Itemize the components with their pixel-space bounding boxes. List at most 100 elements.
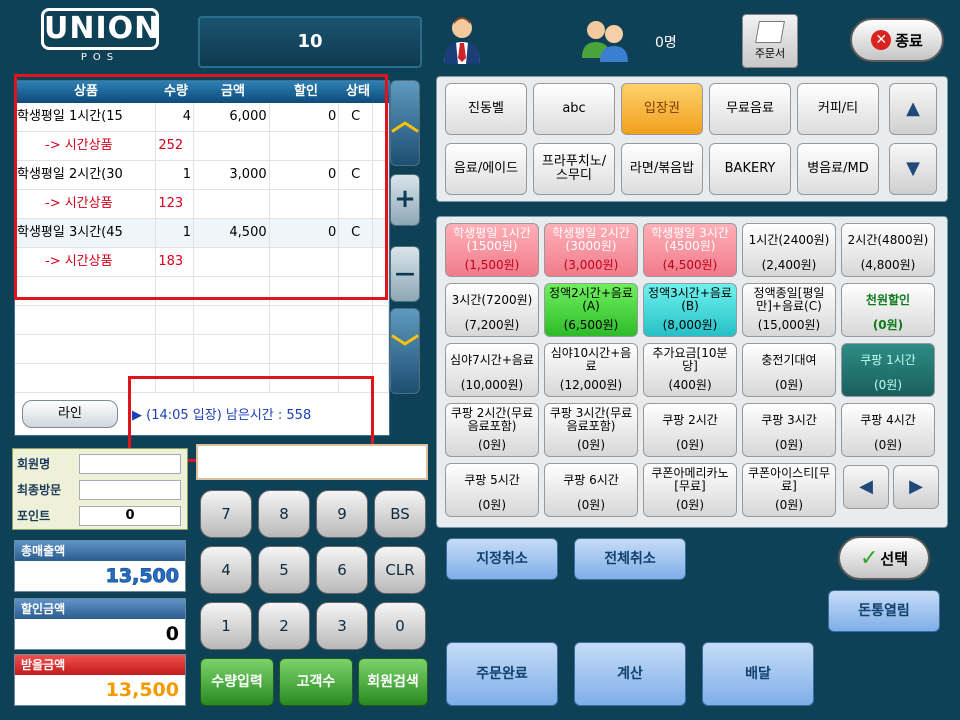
input-display[interactable]	[196, 444, 428, 480]
key-7[interactable]: 7	[200, 490, 252, 538]
product-name: 쿠팡 2시간	[662, 412, 718, 427]
member-name-label: 회원명	[17, 457, 51, 471]
chevron-down-icon: ﹀	[391, 332, 420, 365]
customer-count-button[interactable]: 고객수	[279, 658, 353, 706]
product-button[interactable]: 쿠팡 2시간(무료음료포함) (0원)	[445, 403, 539, 457]
member-search-button[interactable]: 회원검색	[358, 658, 428, 706]
key-backspace[interactable]: BS	[374, 490, 426, 538]
point-label: 포인트	[17, 509, 51, 523]
key-1[interactable]: 1	[200, 602, 252, 650]
category-up-button[interactable]: ▲	[889, 83, 937, 135]
receive-amount-box: 받을금액 13,500	[14, 654, 186, 706]
product-button[interactable]: 쿠팡 3시간(무료음료포함) (0원)	[544, 403, 638, 457]
key-5[interactable]: 5	[258, 546, 310, 594]
product-button[interactable]: 학생평일 3시간(4500원) (4,500원)	[643, 223, 737, 277]
order-slip-label: 주문서	[754, 47, 786, 60]
cancel-all-button[interactable]: 전체취소	[574, 538, 686, 580]
product-price: (0원)	[872, 318, 904, 332]
key-3[interactable]: 3	[316, 602, 368, 650]
open-drawer-button[interactable]: 돈통열림	[828, 590, 940, 632]
order-slip-button[interactable]: 주문서	[742, 14, 798, 68]
line-button[interactable]: 라인	[22, 400, 118, 428]
product-button[interactable]: 추가요금[10분당] (400원)	[643, 343, 737, 397]
category-ramen[interactable]: 라면/볶음밥	[621, 143, 703, 195]
printer-icon	[755, 21, 785, 43]
product-button[interactable]: 정액종일[평일만]+음료(C) (15,000원)	[742, 283, 836, 337]
product-button[interactable]: 쿠팡 5시간 (0원)	[445, 463, 539, 517]
product-button[interactable]: 쿠팡 4시간 (0원)	[841, 403, 935, 457]
product-name: 정액2시간+음료(A)	[549, 286, 633, 313]
checkmark-icon: ✓	[859, 545, 879, 571]
category-down-button[interactable]: ▼	[889, 143, 937, 195]
product-button[interactable]: 쿠폰아메리카노[무료] (0원)	[643, 463, 737, 517]
point-field[interactable]: 0	[79, 505, 181, 526]
discount-box: 할인금액 0	[14, 598, 186, 650]
key-8[interactable]: 8	[258, 490, 310, 538]
product-button[interactable]: 쿠폰아이스티[무료] (0원)	[742, 463, 836, 517]
exit-label: 종료	[895, 31, 923, 50]
key-9[interactable]: 9	[316, 490, 368, 538]
product-button[interactable]: 쿠팡 1시간 (0원)	[841, 343, 935, 397]
product-name: 2시간(4800원)	[847, 232, 929, 247]
close-icon: ✕	[871, 30, 892, 50]
last-visit-field[interactable]	[79, 479, 181, 500]
product-name: 학생평일 3시간(4500원)	[651, 226, 729, 253]
product-button[interactable]: 학생평일 1시간(1500원) (1,500원)	[445, 223, 539, 277]
category-vibration-bell[interactable]: 진동벨	[445, 83, 527, 135]
product-button[interactable]: 2시간(4800원) (4,800원)	[841, 223, 935, 277]
product-name: 쿠팡 1시간	[860, 352, 916, 367]
product-name: 쿠팡 6시간	[563, 472, 619, 487]
product-price: (7,200원)	[464, 318, 520, 332]
member-name-field[interactable]	[79, 453, 181, 474]
category-abc[interactable]: abc	[533, 83, 615, 135]
category-bottled[interactable]: 병음료/MD	[797, 143, 879, 195]
key-4[interactable]: 4	[200, 546, 252, 594]
category-frappuccino[interactable]: 프라푸치노/스무디	[533, 143, 615, 195]
category-coffee-tea[interactable]: 커피/티	[797, 83, 879, 135]
receive-amount-label: 받을금액	[15, 655, 185, 675]
category-drinks-ade[interactable]: 음료/에이드	[445, 143, 527, 195]
qty-plus-button[interactable]: +	[390, 174, 420, 226]
product-button[interactable]: 3시간(7200원) (7,200원)	[445, 283, 539, 337]
product-prev-button[interactable]: ◀	[843, 465, 889, 509]
scroll-up-button[interactable]: ︿	[390, 80, 420, 166]
product-name: 쿠팡 2시간(무료음료포함)	[450, 406, 534, 433]
product-button[interactable]: 심야7시간+음료 (10,000원)	[445, 343, 539, 397]
qty-minus-button[interactable]: —	[390, 246, 420, 302]
category-bakery[interactable]: BAKERY	[709, 143, 791, 195]
product-button[interactable]: 정액3시간+음료(B) (8,000원)	[643, 283, 737, 337]
product-button[interactable]: 심야10시간+음료 (12,000원)	[544, 343, 638, 397]
key-2[interactable]: 2	[258, 602, 310, 650]
product-button[interactable]: 충전기대여 (0원)	[742, 343, 836, 397]
key-6[interactable]: 6	[316, 546, 368, 594]
product-button[interactable]: 쿠팡 2시간 (0원)	[643, 403, 737, 457]
product-next-button[interactable]: ▶	[893, 465, 939, 509]
key-clear[interactable]: CLR	[374, 546, 426, 594]
key-0[interactable]: 0	[374, 602, 426, 650]
cancel-selected-button[interactable]: 지정취소	[446, 538, 558, 580]
product-price: (12,000원)	[559, 378, 623, 392]
product-button[interactable]: 쿠팡 6시간 (0원)	[544, 463, 638, 517]
exit-button[interactable]: ✕ 종료	[850, 18, 944, 62]
product-button[interactable]: 쿠팡 3시간 (0원)	[742, 403, 836, 457]
product-name: 쿠팡 5시간	[464, 472, 520, 487]
logo-box: UNION	[41, 8, 159, 50]
product-button[interactable]: 천원할인 (0원)	[841, 283, 935, 337]
product-price: (0원)	[576, 498, 606, 512]
select-button[interactable]: ✓ 선택	[838, 536, 930, 580]
delivery-button[interactable]: 배달	[702, 642, 814, 706]
category-admission[interactable]: 입장권	[621, 83, 703, 135]
product-name: 추가요금[10분당]	[652, 346, 728, 373]
product-name: 심야10시간+음료	[550, 346, 632, 373]
category-free-drinks[interactable]: 무료음료	[709, 83, 791, 135]
product-price: (0원)	[774, 498, 804, 512]
product-panel: 학생평일 1시간(1500원) (1,500원) 학생평일 2시간(3000원) (3…	[436, 216, 948, 528]
scroll-down-button[interactable]: ﹀	[390, 308, 420, 394]
product-button[interactable]: 1시간(2400원) (2,400원)	[742, 223, 836, 277]
product-price: (2,400원)	[761, 258, 817, 272]
pay-button[interactable]: 계산	[574, 642, 686, 706]
product-button[interactable]: 정액2시간+음료(A) (6,500원)	[544, 283, 638, 337]
quantity-input-button[interactable]: 수량입력	[200, 658, 274, 706]
product-button[interactable]: 학생평일 2시간(3000원) (3,000원)	[544, 223, 638, 277]
order-complete-button[interactable]: 주문완료	[446, 642, 558, 706]
